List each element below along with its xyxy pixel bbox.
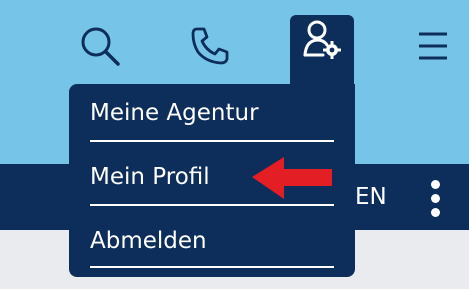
dot xyxy=(431,208,440,217)
search-button[interactable] xyxy=(72,20,128,72)
navbar-language-text[interactable]: EN xyxy=(355,182,387,212)
menu-divider xyxy=(90,204,334,206)
dot xyxy=(431,194,440,203)
menu-divider xyxy=(90,140,334,142)
user-settings-icon xyxy=(303,20,341,59)
menu-item-meine-agentur[interactable]: Meine Agentur xyxy=(90,98,334,128)
search-icon xyxy=(81,27,120,66)
menu-item-abmelden[interactable]: Abmelden xyxy=(90,226,334,256)
menu-button[interactable] xyxy=(405,20,461,72)
phone-button[interactable] xyxy=(182,20,238,72)
red-pointer-arrow-icon xyxy=(252,157,332,199)
phone-icon xyxy=(191,27,229,65)
user-menu-button[interactable] xyxy=(290,15,354,85)
dot xyxy=(431,180,440,189)
more-options-button[interactable] xyxy=(428,180,444,220)
hamburger-menu-icon xyxy=(419,32,447,60)
menu-divider xyxy=(90,266,334,268)
